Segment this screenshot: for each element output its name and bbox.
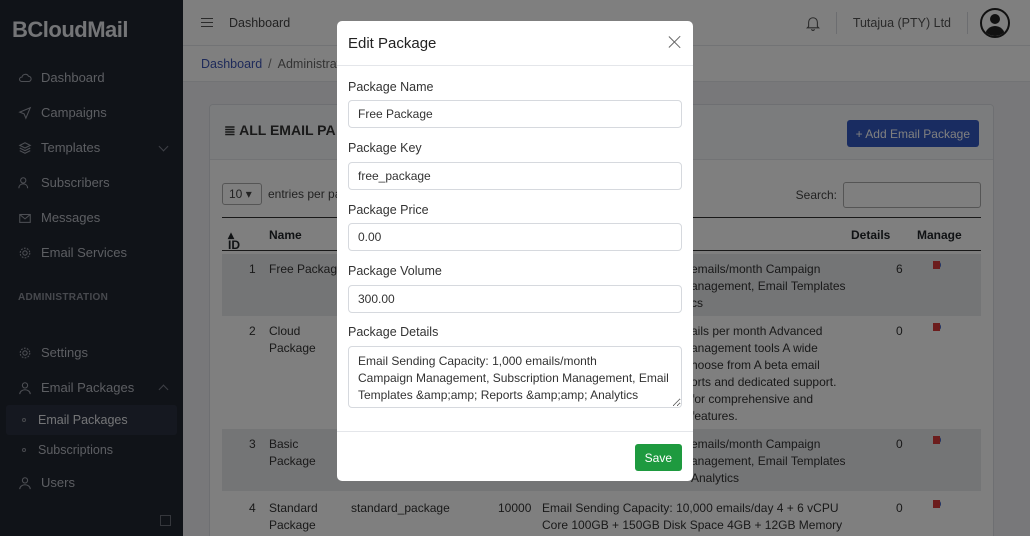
package-key-label: Package Key: [348, 141, 422, 155]
modal-header: Edit Package: [337, 21, 693, 66]
package-name-label: Package Name: [348, 80, 434, 94]
save-button[interactable]: Save: [634, 444, 682, 471]
package-price-label: Package Price: [348, 203, 429, 217]
details-line: Templates &amp;amp; Reports &amp;amp; An…: [358, 388, 639, 402]
details-line: Email Sending Capacity: 1,000 emails/mon…: [358, 354, 597, 368]
package-key-input[interactable]: [348, 162, 682, 190]
modal-footer: Save: [337, 431, 693, 481]
package-volume-input[interactable]: [348, 285, 682, 313]
package-details-textarea[interactable]: Email Sending Capacity: 1,000 emails/mon…: [348, 346, 682, 408]
edit-package-modal: Edit Package Package Name Package Key Pa…: [337, 21, 693, 481]
close-icon[interactable]: [668, 35, 682, 49]
details-line: Campaign Management, Subscription Manage…: [358, 371, 669, 385]
package-price-input[interactable]: [348, 223, 682, 251]
package-volume-label: Package Volume: [348, 264, 442, 278]
package-name-input[interactable]: [348, 100, 682, 128]
modal-title: Edit Package: [348, 35, 437, 52]
package-details-label: Package Details: [348, 325, 439, 339]
